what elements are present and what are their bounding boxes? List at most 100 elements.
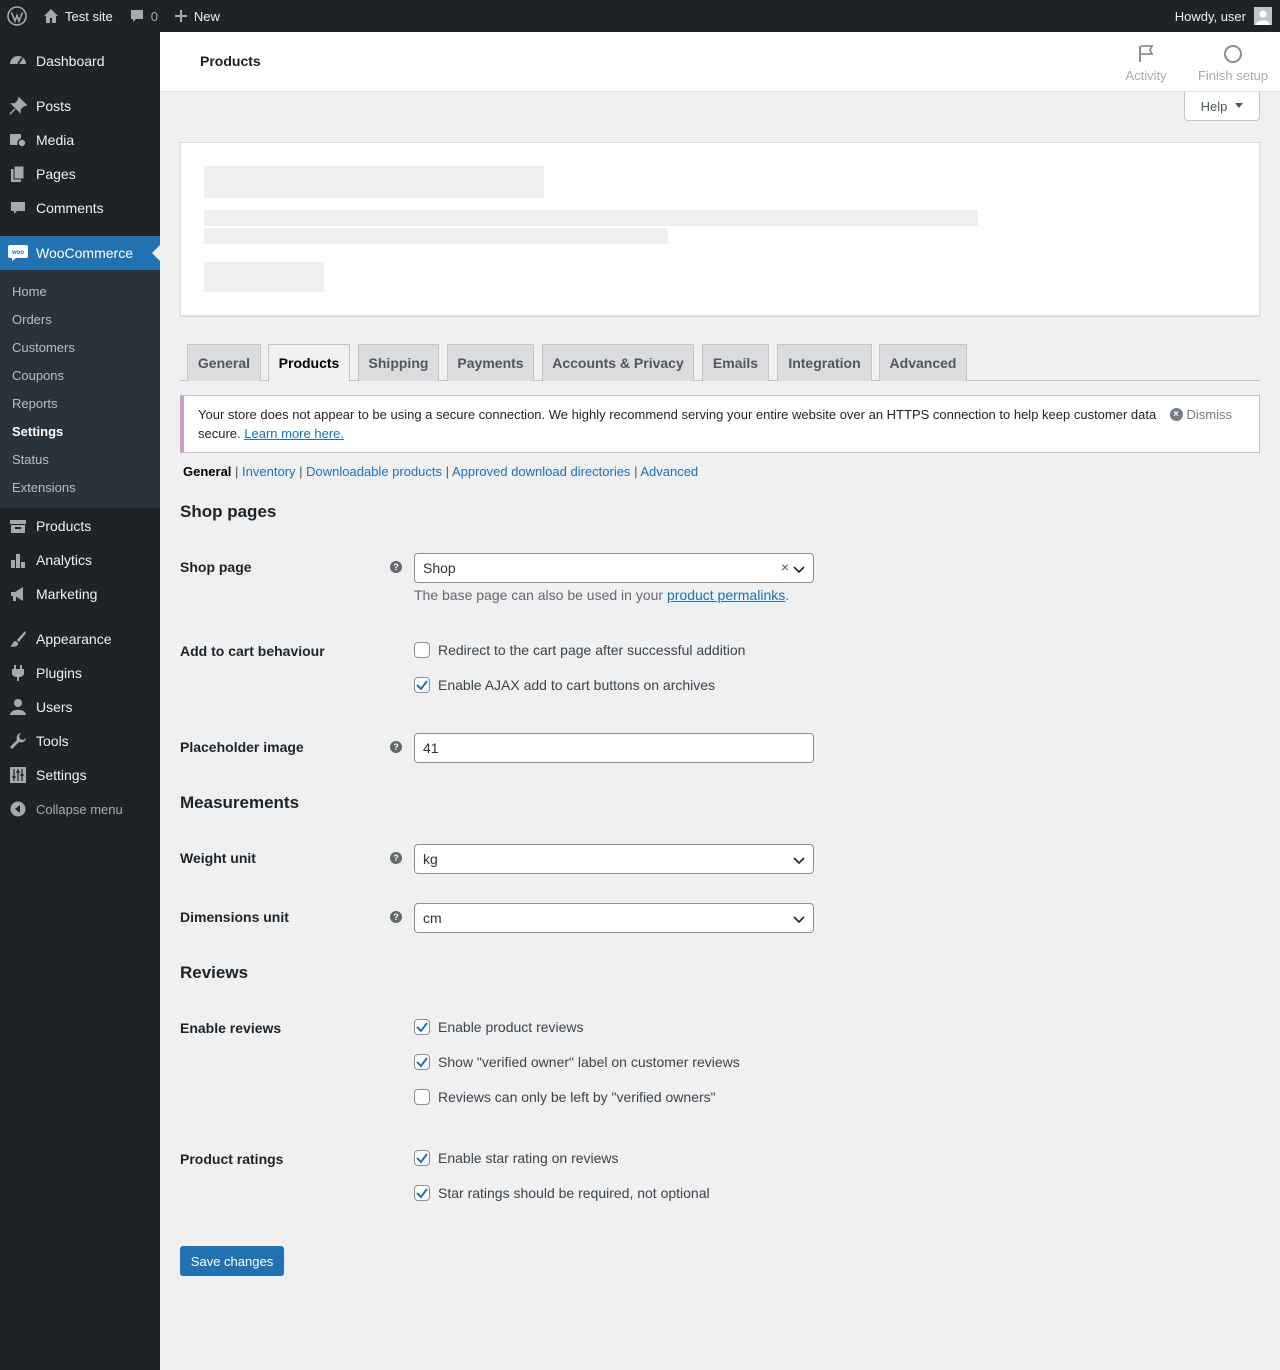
help-tip-icon[interactable]: ?: [390, 561, 402, 573]
tab-integration[interactable]: Integration: [777, 344, 872, 381]
star-rating-required-checkbox[interactable]: [414, 1185, 430, 1201]
bar-chart-icon: [8, 550, 28, 570]
my-account[interactable]: Howdy, user: [1175, 7, 1280, 25]
menu-users[interactable]: Users: [0, 690, 160, 724]
site-name: Test site: [65, 8, 113, 24]
menu-woocommerce[interactable]: woo WooCommerce: [0, 236, 160, 270]
weight-unit-select[interactable]: kg: [414, 844, 814, 874]
comments-link[interactable]: 0: [121, 0, 166, 32]
tab-emails[interactable]: Emails: [702, 344, 769, 381]
chevron-down-icon: [793, 912, 805, 924]
help-tip-icon[interactable]: ?: [390, 852, 402, 864]
submenu-customers[interactable]: Customers: [0, 333, 160, 361]
placeholder-image-value: 41: [423, 740, 439, 756]
placeholder-line: [204, 210, 978, 226]
clear-selection-icon[interactable]: ×: [781, 559, 789, 575]
period: .: [785, 587, 790, 603]
separator: |: [235, 464, 243, 479]
tab-products[interactable]: Products: [268, 344, 350, 382]
tab-accounts-privacy[interactable]: Accounts & Privacy: [542, 344, 694, 381]
subsection-advanced[interactable]: Advanced: [640, 464, 698, 479]
redirect-to-cart-checkbox[interactable]: [414, 642, 430, 658]
finish-setup-button[interactable]: Finish setup: [1196, 44, 1270, 83]
measurements-heading: Measurements: [180, 793, 300, 812]
add-to-cart-label: Add to cart behaviour: [180, 643, 325, 659]
submenu-home[interactable]: Home: [0, 277, 160, 305]
subsection-downloadable-products[interactable]: Downloadable products: [306, 464, 442, 479]
verified-owners-only-option[interactable]: Reviews can only be left by "verified ow…: [414, 1089, 716, 1105]
settings-tabs: General Products Shipping Payments Accou…: [180, 344, 1260, 382]
shop-page-select[interactable]: Shop ×: [414, 553, 814, 583]
archive-icon: [8, 516, 28, 536]
menu-dashboard[interactable]: Dashboard: [0, 44, 160, 78]
new-label: New: [193, 8, 220, 24]
tab-advanced[interactable]: Advanced: [879, 344, 967, 381]
save-changes-button[interactable]: Save changes: [180, 1246, 284, 1276]
media-icon: [8, 130, 28, 150]
menu-plugins[interactable]: Plugins: [0, 656, 160, 690]
ajax-add-to-cart-option[interactable]: Enable AJAX add to cart buttons on archi…: [414, 677, 715, 693]
menu-pages[interactable]: Pages: [0, 157, 160, 191]
enable-product-reviews-label: Enable product reviews: [438, 1019, 584, 1035]
menu-comments[interactable]: Comments: [0, 191, 160, 225]
activity-button[interactable]: Activity: [1118, 44, 1174, 83]
placeholder-block: [204, 166, 544, 198]
star-rating-checkbox[interactable]: [414, 1150, 430, 1166]
verified-owner-label-option[interactable]: Show "verified owner" label on customer …: [414, 1054, 740, 1070]
shop-pages-heading: Shop pages: [180, 502, 277, 521]
collapse-menu-button[interactable]: Collapse menu: [0, 792, 160, 826]
verified-owners-only-checkbox[interactable]: [414, 1089, 430, 1105]
pages-icon: [8, 164, 28, 184]
help-tip-icon[interactable]: ?: [390, 741, 402, 753]
tab-general[interactable]: General: [187, 344, 261, 381]
menu-products[interactable]: Products: [0, 509, 160, 543]
menu-settings[interactable]: Settings: [0, 758, 160, 792]
menu-tools[interactable]: Tools: [0, 724, 160, 758]
plus-icon: [174, 9, 188, 23]
redirect-to-cart-option[interactable]: Redirect to the cart page after successf…: [414, 642, 745, 658]
wordpress-logo-icon[interactable]: [0, 0, 35, 32]
shop-page-label: Shop page: [180, 559, 252, 575]
reviews-heading: Reviews: [180, 963, 249, 982]
star-rating-option[interactable]: Enable star rating on reviews: [414, 1150, 619, 1166]
menu-analytics[interactable]: Analytics: [0, 543, 160, 577]
menu-posts[interactable]: Posts: [0, 89, 160, 123]
wrench-icon: [8, 731, 28, 751]
menu-marketing[interactable]: Marketing: [0, 577, 160, 611]
subsection-general[interactable]: General: [183, 464, 231, 479]
submenu-extensions[interactable]: Extensions: [0, 473, 160, 501]
submenu-coupons[interactable]: Coupons: [0, 361, 160, 389]
star-rating-required-option[interactable]: Star ratings should be required, not opt…: [414, 1185, 710, 1201]
menu-appearance[interactable]: Appearance: [0, 622, 160, 656]
enable-product-reviews-checkbox[interactable]: [414, 1019, 430, 1035]
dismiss-button[interactable]: × Dismiss: [1169, 405, 1232, 424]
help-button[interactable]: Help: [1184, 92, 1260, 121]
menu-label: Tools: [36, 733, 69, 749]
submenu-reports[interactable]: Reports: [0, 389, 160, 417]
https-warning-notice: Your store does not appear to be using a…: [180, 395, 1260, 453]
submenu-settings[interactable]: Settings: [0, 417, 160, 445]
placeholder-image-input[interactable]: 41: [414, 733, 814, 763]
submenu-status[interactable]: Status: [0, 445, 160, 473]
dimensions-unit-select[interactable]: cm: [414, 903, 814, 933]
new-content-link[interactable]: New: [166, 0, 228, 32]
tab-payments[interactable]: Payments: [447, 344, 534, 381]
menu-media[interactable]: Media: [0, 123, 160, 157]
svg-text:woo: woo: [11, 250, 24, 256]
tab-shipping[interactable]: Shipping: [358, 344, 439, 381]
help-tip-icon[interactable]: ?: [390, 911, 402, 923]
star-rating-required-label: Star ratings should be required, not opt…: [438, 1185, 710, 1201]
user-icon: [8, 697, 28, 717]
subsection-inventory[interactable]: Inventory: [242, 464, 295, 479]
verified-owner-label-checkbox[interactable]: [414, 1054, 430, 1070]
menu-label: Analytics: [36, 552, 93, 568]
menu-label: Comments: [36, 200, 104, 216]
product-permalinks-link[interactable]: product permalinks: [667, 587, 785, 603]
activity-label: Activity: [1125, 68, 1167, 83]
subsection-approved-download-directories[interactable]: Approved download directories: [452, 464, 631, 479]
enable-product-reviews-option[interactable]: Enable product reviews: [414, 1019, 584, 1035]
learn-more-link[interactable]: Learn more here.: [244, 426, 344, 441]
site-name-link[interactable]: Test site: [35, 0, 121, 32]
submenu-orders[interactable]: Orders: [0, 305, 160, 333]
ajax-add-to-cart-checkbox[interactable]: [414, 677, 430, 693]
